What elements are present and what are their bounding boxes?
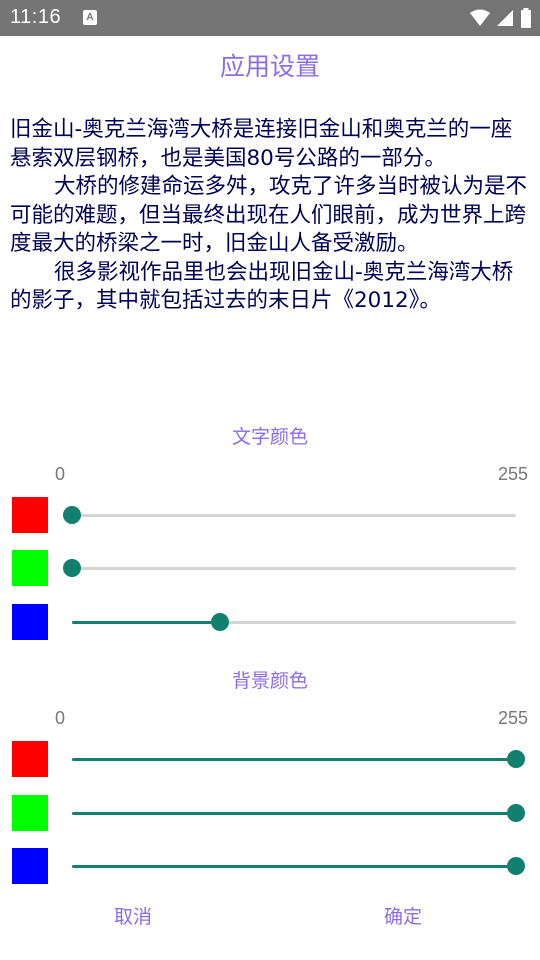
text-color-max-label: 255	[497, 464, 528, 484]
background-color-red-row	[0, 741, 540, 777]
status-time: 11:16	[10, 6, 62, 28]
background-color-blue-slider[interactable]	[72, 857, 525, 875]
blue-swatch	[12, 848, 48, 884]
slider-fill	[72, 865, 516, 868]
background-color-blue-row	[0, 848, 540, 884]
text-color-red-slider[interactable]	[63, 506, 516, 524]
green-swatch	[12, 795, 48, 831]
slider-thumb[interactable]	[63, 559, 81, 577]
cancel-button[interactable]: 取消	[114, 902, 152, 929]
article-paragraph: 大桥的修建命运多舛，攻克了许多当时被认为是不可能的难题，但当最终出现在人们眼前，…	[10, 174, 528, 256]
red-swatch	[12, 497, 48, 533]
blue-swatch	[12, 604, 48, 640]
slider-thumb[interactable]	[507, 857, 525, 875]
article-paragraph: 旧金山-奥克兰海湾大桥是连接旧金山和奥克兰的一座悬索双层钢桥，也是美国80号公路…	[10, 117, 513, 171]
slider-thumb[interactable]	[507, 750, 525, 768]
article-paragraph: 很多影视作品里也会出现旧金山-奥克兰海湾大桥的影子，其中就包括过去的末日片《20…	[10, 259, 514, 314]
background-color-green-row	[0, 795, 540, 831]
red-swatch	[12, 741, 48, 777]
background-color-max-label: 255	[497, 708, 528, 728]
text-color-green-slider[interactable]	[63, 559, 516, 577]
text-color-min-label: 0	[55, 464, 66, 484]
background-color-red-slider[interactable]	[72, 750, 525, 768]
status-bar: 11:16 A	[0, 0, 540, 36]
system-icons	[470, 8, 532, 28]
background-color-green-slider[interactable]	[72, 804, 525, 822]
text-color-heading: 文字颜色	[231, 426, 308, 448]
battery-icon	[521, 8, 531, 28]
notification-a-icon: A	[83, 10, 97, 25]
text-color-blue-slider[interactable]	[72, 613, 516, 631]
article-preview: 旧金山-奥克兰海湾大桥是连接旧金山和奥克兰的一座悬索双层钢桥，也是美国80号公路…	[10, 116, 530, 316]
slider-fill	[72, 812, 516, 815]
text-color-green-row	[0, 550, 540, 586]
background-color-heading: 背景颜色	[231, 670, 308, 692]
wifi-icon	[470, 9, 490, 26]
slider-thumb[interactable]	[63, 506, 81, 524]
slider-fill	[72, 758, 516, 761]
green-swatch	[12, 550, 48, 586]
confirm-button[interactable]: 确定	[384, 902, 422, 929]
text-color-blue-row	[0, 604, 540, 640]
text-color-red-row	[0, 497, 540, 533]
slider-fill	[72, 621, 220, 624]
slider-thumb[interactable]	[210, 613, 229, 631]
background-color-min-label: 0	[55, 708, 66, 728]
page-title: 应用设置	[219, 52, 320, 81]
slider-thumb[interactable]	[507, 804, 525, 822]
signal-icon	[497, 10, 513, 26]
